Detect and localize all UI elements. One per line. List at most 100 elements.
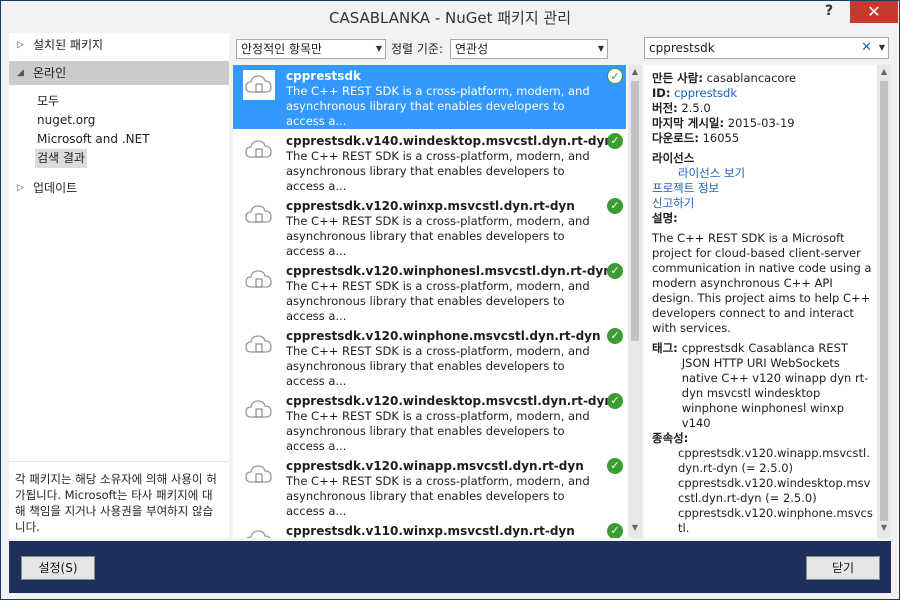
package-description: The C++ REST SDK is a cross-platform, mo… xyxy=(286,279,590,323)
source-search-results[interactable]: 검색 결과 xyxy=(35,149,87,168)
detail-scrollbar[interactable]: ▲ ▼ xyxy=(877,65,891,538)
author-value: casablancacore xyxy=(706,71,797,85)
installed-check-icon: ✓ xyxy=(607,198,623,214)
project-link-row: 프로젝트 정보 xyxy=(652,181,874,196)
window-title: CASABLANKA - NuGet 패키지 관리 xyxy=(328,9,572,27)
dependencies-label: 종속성: xyxy=(652,431,689,445)
package-row[interactable]: cpprestsdk.v120.winphone.msvcstl.dyn.rt-… xyxy=(233,325,626,389)
package-name: cpprestsdk.v120.windesktop.msvcstl.dyn.r… xyxy=(286,394,613,408)
settings-button[interactable]: 설정(S) xyxy=(21,556,95,580)
package-row[interactable]: cpprestsdk.v110.winxp.msvcstl.dyn.rt-dyn… xyxy=(233,520,626,538)
package-row[interactable]: cpprestsdk.v120.winxp.msvcstl.dyn.rt-dyn… xyxy=(233,195,626,259)
package-row[interactable]: cpprestsdk.v120.winphonesl.msvcstl.dyn.r… xyxy=(233,260,626,324)
tree-item-label: 온라인 xyxy=(33,66,67,80)
sort-value: 연관성 xyxy=(455,42,489,56)
description-text: The C++ REST SDK is a Microsoft project … xyxy=(652,231,872,335)
list-scrollbar[interactable]: ▲ ▼ xyxy=(628,65,642,538)
dependency-item: cpprestsdk.v120.winapp.msvcstl.dyn.rt-dy… xyxy=(678,446,870,475)
package-row[interactable]: cpprestsdk.v120.windesktop.msvcstl.dyn.r… xyxy=(233,390,626,454)
package-name: cpprestsdk xyxy=(286,69,361,83)
tree-item-online[interactable]: ◢ 온라인 xyxy=(9,61,229,85)
detail-content: 만든 사람: casablancacore ID: cpprestsdk 버전:… xyxy=(652,71,874,536)
scroll-thumb[interactable] xyxy=(631,81,639,341)
id-link[interactable]: cpprestsdk xyxy=(674,86,737,100)
version-row: 버전: 2.5.0 xyxy=(652,101,874,116)
downloads-label: 다운로드: xyxy=(652,131,699,145)
scroll-down-icon[interactable]: ▼ xyxy=(628,523,642,532)
title-bar: CASABLANKA - NuGet 패키지 관리 ? ✕ xyxy=(1,1,899,33)
close-button[interactable]: 닫기 xyxy=(806,556,880,580)
package-description: The C++ REST SDK is a cross-platform, mo… xyxy=(286,149,590,193)
package-row[interactable]: cpprestsdk The C++ REST SDK is a cross-pl… xyxy=(233,65,626,129)
search-input[interactable]: cpprestsdk ✕ ▼ xyxy=(644,37,889,59)
help-button[interactable]: ? xyxy=(819,3,839,23)
package-cloud-icon xyxy=(243,330,275,360)
expand-arrow-icon[interactable]: ▷ xyxy=(17,33,24,57)
package-name: cpprestsdk.v120.winapp.msvcstl.dyn.rt-dy… xyxy=(286,459,584,473)
installed-check-icon: ✓ xyxy=(607,133,623,149)
search-value: cpprestsdk xyxy=(649,41,715,55)
view-license-link[interactable]: 라이선스 보기 xyxy=(678,166,745,180)
package-description: The C++ REST SDK is a cross-platform, mo… xyxy=(286,84,590,128)
stability-filter-select[interactable]: 안정적인 항목만 ▼ xyxy=(236,39,386,59)
license-notice: 각 패키지는 해당 소유자에 의해 사용이 허가됩니다. Microsoft는 … xyxy=(9,461,229,538)
published-row: 마지막 게시일: 2015-03-19 xyxy=(652,116,874,131)
close-window-button[interactable]: ✕ xyxy=(850,1,898,23)
package-name: cpprestsdk.v140.windesktop.msvcstl.dyn.r… xyxy=(286,134,613,148)
published-label: 마지막 게시일: xyxy=(652,116,725,130)
clear-search-icon[interactable]: ✕ xyxy=(861,38,872,58)
collapse-arrow-icon[interactable]: ◢ xyxy=(17,61,24,85)
scroll-thumb[interactable] xyxy=(880,81,888,521)
license-row: 라이선스 xyxy=(652,151,874,166)
package-cloud-icon xyxy=(243,135,275,165)
scroll-down-icon[interactable]: ▼ xyxy=(877,523,891,532)
tags-label: 태그: xyxy=(652,341,678,355)
description-label: 설명: xyxy=(652,211,678,225)
tags-value: cpprestsdk Casablanca REST JSON HTTP URI… xyxy=(681,341,869,430)
tree-item-label: 설치된 패키지 xyxy=(33,38,104,52)
source-microsoft-net[interactable]: Microsoft and .NET xyxy=(35,130,152,149)
package-cloud-icon xyxy=(243,525,275,538)
installed-check-icon: ✓ xyxy=(607,328,623,344)
scroll-up-icon[interactable]: ▲ xyxy=(877,67,891,76)
source-tree: ▷ 설치된 패키지 ◢ 온라인 모두 nuget.org Microsoft a… xyxy=(9,33,229,538)
package-cloud-icon xyxy=(243,395,275,425)
package-detail: 만든 사람: casablancacore ID: cpprestsdk 버전:… xyxy=(644,65,891,538)
installed-check-icon: ✓ xyxy=(607,68,623,84)
id-label: ID: xyxy=(652,86,671,100)
package-cloud-icon xyxy=(243,70,275,100)
dropdown-arrow-icon: ▼ xyxy=(375,44,382,53)
package-description: The C++ REST SDK is a cross-platform, mo… xyxy=(286,474,590,518)
tree-item-updates[interactable]: ▷ 업데이트 xyxy=(9,176,229,200)
source-all[interactable]: 모두 xyxy=(35,92,61,111)
package-description: The C++ REST SDK is a cross-platform, mo… xyxy=(286,214,590,258)
package-description: The C++ REST SDK is a cross-platform, mo… xyxy=(286,344,590,388)
package-row[interactable]: cpprestsdk.v120.winapp.msvcstl.dyn.rt-dy… xyxy=(233,455,626,519)
report-link-row: 신고하기 xyxy=(652,196,874,211)
package-name: cpprestsdk.v120.winphonesl.msvcstl.dyn.r… xyxy=(286,264,612,278)
package-row[interactable]: cpprestsdk.v140.windesktop.msvcstl.dyn.r… xyxy=(233,130,626,194)
installed-check-icon: ✓ xyxy=(607,263,623,279)
id-row: ID: cpprestsdk xyxy=(652,86,874,101)
package-description: The C++ REST SDK is a cross-platform, mo… xyxy=(286,409,590,453)
license-link-row: 라이선스 보기 xyxy=(652,166,874,181)
installed-check-icon: ✓ xyxy=(607,458,623,474)
expand-arrow-icon[interactable]: ▷ xyxy=(17,176,24,200)
dependency-item: cpprestsdk.v120.winphone.msvcstl. xyxy=(678,506,873,535)
dropdown-arrow-icon[interactable]: ▼ xyxy=(879,38,885,58)
package-list: cpprestsdk The C++ REST SDK is a cross-pl… xyxy=(233,65,642,538)
sort-select[interactable]: 연관성 ▼ xyxy=(450,39,608,59)
source-nuget-org[interactable]: nuget.org xyxy=(35,111,97,130)
project-info-link[interactable]: 프로젝트 정보 xyxy=(652,181,719,195)
deps-label-row: 종속성: xyxy=(652,431,874,446)
dependency-list: cpprestsdk.v120.winapp.msvcstl.dyn.rt-dy… xyxy=(652,446,874,536)
dropdown-arrow-icon: ▼ xyxy=(597,44,604,53)
license-label: 라이선스 xyxy=(652,151,695,165)
tree-item-installed[interactable]: ▷ 설치된 패키지 xyxy=(9,33,229,57)
installed-check-icon: ✓ xyxy=(607,393,623,409)
bottom-bar: 설정(S) 닫기 xyxy=(9,541,891,593)
report-abuse-link[interactable]: 신고하기 xyxy=(652,196,694,210)
package-name: cpprestsdk.v120.winphone.msvcstl.dyn.rt-… xyxy=(286,329,601,343)
scroll-up-icon[interactable]: ▲ xyxy=(628,67,642,76)
author-row: 만든 사람: casablancacore xyxy=(652,71,874,86)
